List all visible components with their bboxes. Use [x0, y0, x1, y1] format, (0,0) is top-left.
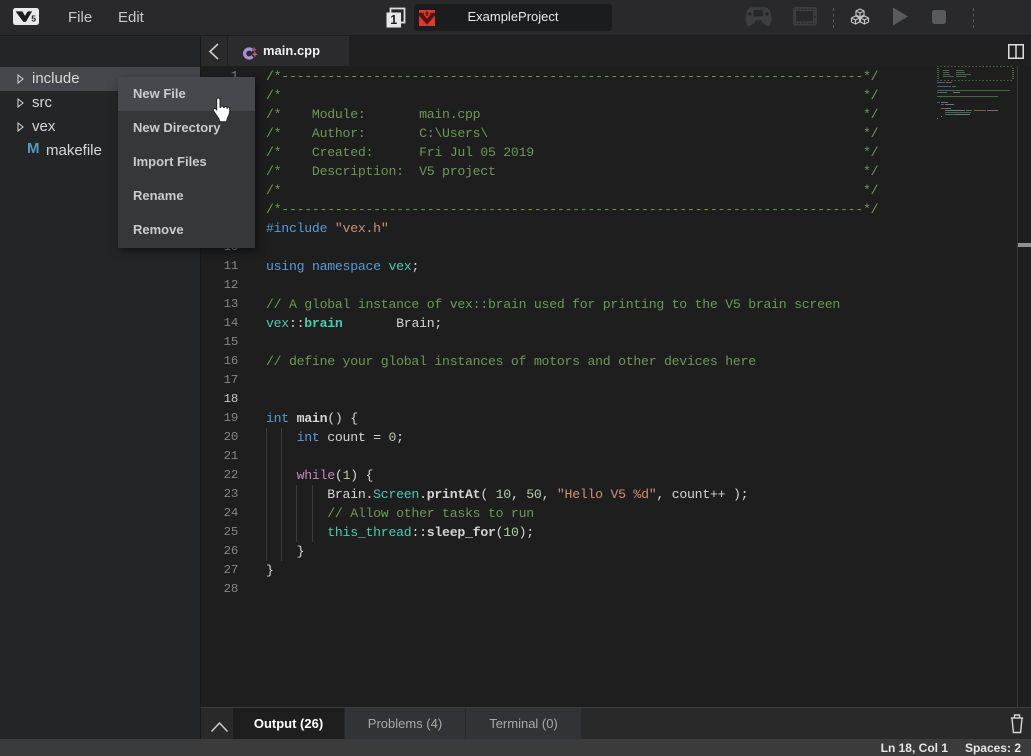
svg-text:1: 1 [390, 13, 397, 27]
svg-text:5: 5 [31, 13, 36, 23]
